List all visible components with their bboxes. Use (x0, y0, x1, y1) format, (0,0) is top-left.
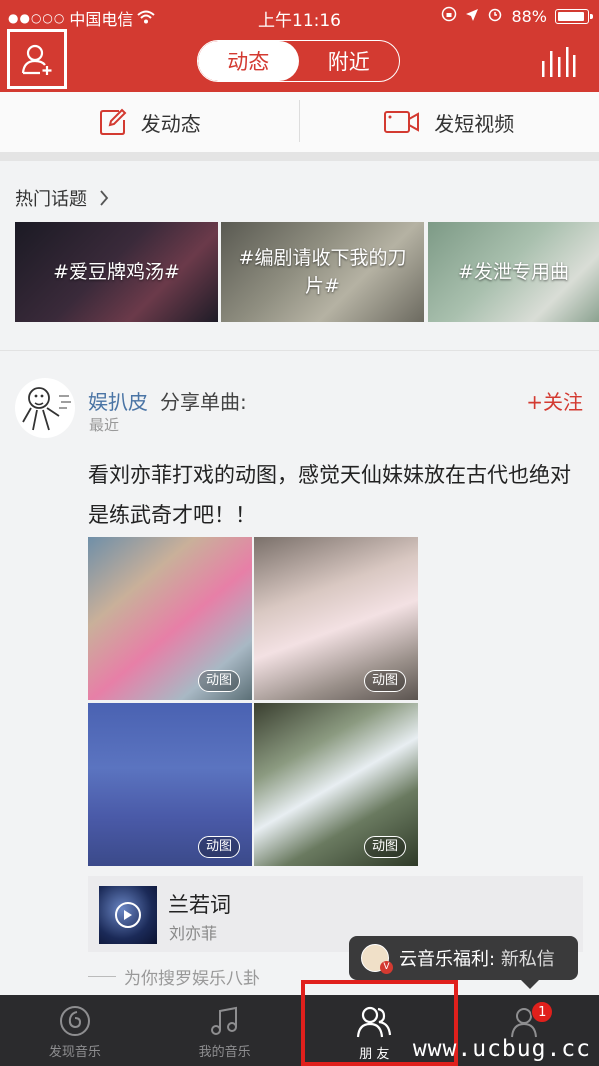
chevron-right-icon (100, 190, 109, 206)
gif-badge: 动图 (197, 670, 240, 692)
gif-badge: 动图 (197, 836, 240, 858)
topic-card[interactable]: #发泄专用曲 (428, 222, 599, 322)
post-video-button[interactable]: 发短视频 (300, 108, 599, 137)
divider (299, 100, 300, 142)
status-bar: ●●○○○ 中国电信 上午11:16 88% (0, 0, 599, 32)
alarm-icon (487, 6, 503, 26)
tab-label: 发现音乐 (48, 1045, 101, 1060)
follow-button[interactable]: +关注 (526, 386, 583, 415)
play-icon (115, 902, 141, 928)
post-image[interactable]: 动图 (88, 537, 252, 700)
topic-label: #编剧请收下我的刀片# (238, 247, 407, 297)
battery-percent: 88% (511, 6, 547, 26)
topic-card[interactable]: #编剧请收下我的刀片# (221, 222, 424, 322)
video-camera-icon (384, 111, 420, 133)
verified-badge: V (380, 961, 393, 974)
post-image[interactable]: 动图 (254, 537, 418, 700)
gif-badge: 动图 (363, 836, 406, 858)
source-text: 为你搜罗娱乐八卦 (124, 969, 260, 989)
song-cover[interactable] (99, 886, 157, 944)
toast-avatar: V (361, 944, 393, 974)
equalizer-icon (542, 47, 576, 77)
post-source: 为你搜罗娱乐八卦 (88, 964, 260, 989)
location-icon (465, 7, 479, 26)
post-time: 最近 (89, 416, 120, 434)
edit-icon (99, 108, 127, 135)
new-message-toast[interactable]: V 云音乐福利: 新私信 (349, 936, 578, 989)
post-image[interactable]: 动图 (254, 703, 418, 866)
hot-topics-header[interactable]: 热门话题 (15, 185, 109, 211)
share-label: 分享单曲: (160, 390, 247, 414)
topic-label: #爱豆牌鸡汤# (53, 261, 180, 283)
add-friend-icon (21, 44, 52, 75)
post-header: 娱扒皮 分享单曲: (88, 386, 247, 415)
add-friend-button[interactable] (7, 29, 67, 89)
battery-icon (555, 8, 593, 24)
topic-card[interactable]: #爱豆牌鸡汤# (15, 222, 218, 322)
hot-topics-title: 热门话题 (15, 189, 87, 210)
netease-logo-icon (59, 1006, 90, 1036)
user-name[interactable]: 娱扒皮 (88, 390, 148, 414)
feed-tab-switch: 动态 附近 (197, 40, 400, 82)
user-avatar[interactable] (15, 378, 75, 438)
post-text: 看刘亦菲打戏的动图，感觉天仙妹妹放在古代也绝对是练武奇才吧！！ (88, 463, 571, 527)
tab-label: 我的音乐 (198, 1045, 251, 1060)
toast-message: 新私信 (500, 949, 555, 970)
song-artist: 刘亦菲 (169, 924, 218, 943)
post-moment-label: 发动态 (140, 111, 201, 136)
divider (0, 350, 599, 351)
divider (88, 976, 116, 977)
tab-my-music[interactable]: 我的音乐 (150, 995, 300, 1066)
tab-discover-music[interactable]: 发现音乐 (0, 995, 150, 1066)
toast-sender: 云音乐福利: (399, 949, 496, 970)
watermark: www.ucbug.cc (412, 1036, 591, 1062)
post-video-label: 发短视频 (434, 111, 515, 136)
post-moment-button[interactable]: 发动态 (0, 108, 300, 137)
now-playing-button[interactable] (540, 47, 576, 77)
notification-badge: 1 (531, 1001, 554, 1023)
tab-dynamic[interactable]: 动态 (198, 41, 299, 81)
section-divider (0, 152, 599, 161)
song-title: 兰若词 (168, 893, 231, 917)
post-image[interactable]: 动图 (88, 703, 252, 866)
gif-badge: 动图 (363, 670, 406, 692)
music-note-icon (210, 1006, 237, 1035)
header-bar: ●●○○○ 中国电信 上午11:16 88% 动态 附近 (0, 0, 599, 92)
tab-nearby[interactable]: 附近 (299, 41, 400, 81)
lock-rotation-icon (441, 6, 457, 26)
topic-label: #发泄专用曲 (458, 261, 569, 283)
